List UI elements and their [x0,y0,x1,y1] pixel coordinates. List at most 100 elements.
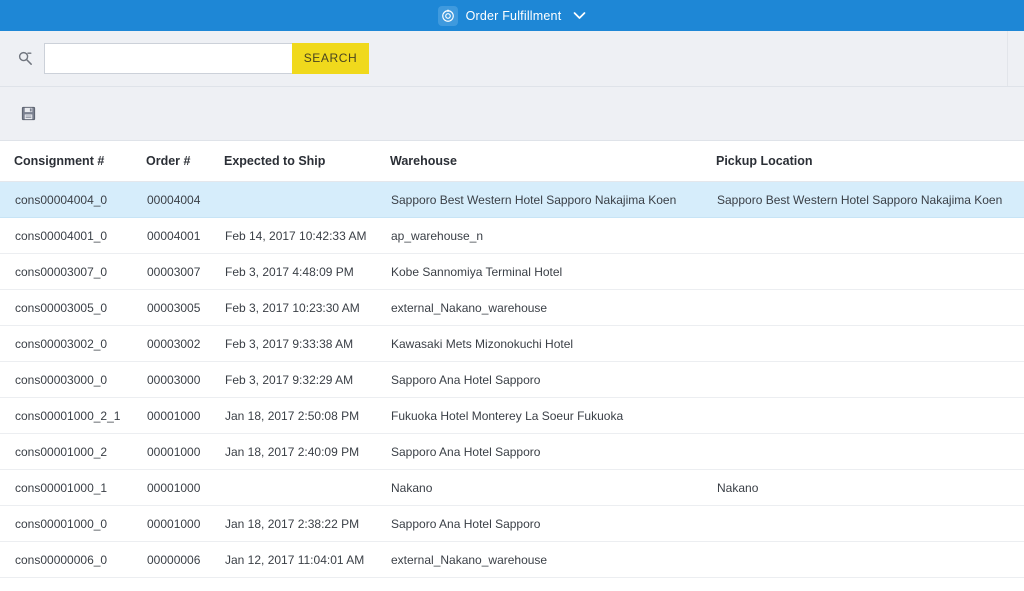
cell-warehouse-text: external_Nakano_warehouse [391,300,548,315]
table-row[interactable]: cons00000003_000000003Jan 12, 2017 10:18… [0,577,1024,591]
column-header-order[interactable]: Order # [132,141,210,182]
table-row[interactable]: cons00001000_1 00001000 Nakano Nakano [0,469,1024,506]
cell-warehouse-text: Kobe Sannomiya Terminal Hotel [391,264,563,279]
consignment-table: Consignment # Order # Expected to Ship W… [0,141,1024,591]
cell-order-text: 00000006 [147,552,201,567]
table-row[interactable]: cons00001000_0 00001000 Jan 18, 2017 2:38:… [0,505,1024,542]
cell-warehouse-text: Sapporo Best Western Hotel Sapporo Nakaj… [391,192,677,207]
table-row[interactable]: cons00001000_2 00001000 Jan 18, 2017 2:40:… [0,433,1024,470]
cell-consignment-text: cons00001000_1 [15,480,108,495]
app-title-menu[interactable]: Order Fulfillment [437,5,587,26]
column-header-expected[interactable]: Expected to Ship [210,141,376,182]
order-fulfillment-app: Order Fulfillment SEARCH Consignment # O… [0,0,1024,591]
cell-order-text: 00001000 [147,408,201,423]
column-header-consignment-label: Consignment # [14,154,105,168]
table-row[interactable]: cons00003002_0 00003002 Feb 3, 2017 9:33:3… [0,325,1024,362]
cell-expected [210,181,376,218]
cell-consignment-text: cons00004001_0 [15,228,108,243]
cell-expected: Feb 3, 2017 4:48:09 PM [210,253,376,290]
column-header-expected-label: Expected to Ship [224,154,326,168]
cell-expected [210,469,376,506]
cell-expected-text: Feb 3, 2017 9:32:29 AM [225,372,354,387]
cell-pickup: Sapporo Best Western Hotel Sapporo Nakaj… [702,181,1024,218]
cell-warehouse-text: Sapporo Ana Hotel Sapporo [391,516,541,531]
cell-consignment: cons00000006_0 [0,541,132,578]
cell-warehouse: Fukuoka Hotel Monterey La Soeur Fukuoka [376,397,702,434]
cell-pickup [702,541,1024,578]
cell-pickup-text: Sapporo Best Western Hotel Sapporo Nakaj… [717,192,1003,207]
cell-pickup [702,505,1024,542]
cell-warehouse: Sapporo Ana Hotel Sapporo [376,361,702,398]
cell-order: 00001000 [132,505,210,542]
cell-order: 00001000 [132,433,210,470]
cell-consignment: cons00001000_1 [0,469,132,506]
table-body: cons00004004_0 00004004 Sapporo Best Weste… [0,181,1024,591]
cell-warehouse: Nakano [376,469,702,506]
save-document-icon[interactable] [16,102,40,126]
search-magnifier-icon[interactable] [10,50,40,67]
title-bar: Order Fulfillment [0,0,1024,31]
column-header-warehouse[interactable]: Warehouse [376,141,702,182]
cell-consignment: cons00003002_0 [0,325,132,362]
column-header-pickup-label: Pickup Location [716,154,813,168]
table-row[interactable]: cons00004001_0 00004001 Feb 14, 2017 10:42… [0,217,1024,254]
cell-expected: Feb 3, 2017 10:23:30 AM [210,289,376,326]
cell-warehouse-text: Sapporo Ana Hotel Sapporo [391,444,541,459]
cell-order-text: 00003005 [147,300,201,315]
cell-order: 00003000 [132,361,210,398]
cell-warehouse: external_Nakano_warehouse [376,289,702,326]
cell-consignment: cons00000003_0 [0,577,132,591]
chevron-down-icon[interactable] [573,11,586,20]
cell-order-text: 00001000 [147,516,201,531]
cell-pickup [702,217,1024,254]
cell-order-text: 00001000 [147,480,201,495]
table-row[interactable]: cons00000006_0 00000006 Jan 12, 2017 11:04… [0,541,1024,578]
cell-expected-text: Jan 18, 2017 2:40:09 PM [225,444,360,459]
cell-expected: Jan 12, 2017 10:18:25 AM [210,577,376,591]
search-button[interactable]: SEARCH [292,43,369,74]
table-row[interactable]: cons00003007_0 00003007 Feb 3, 2017 4:48:0… [0,253,1024,290]
consignment-table-container[interactable]: Consignment # Order # Expected to Ship W… [0,141,1024,591]
cell-warehouse: Kawasaki Mets Mizonokuchi Hotel [376,325,702,362]
cell-order: 00003002 [132,325,210,362]
cell-warehouse-text: Fukuoka Hotel Monterey La Soeur Fukuoka [391,408,624,423]
table-row[interactable]: cons00004004_0 00004004 Sapporo Best Weste… [0,181,1024,218]
cell-consignment-text: cons00003005_0 [15,300,108,315]
cell-order-text: 00004001 [147,228,201,243]
cell-pickup-text: Nakano [717,480,759,495]
cell-consignment: cons00004001_0 [0,217,132,254]
cell-consignment-text: cons00004004_0 [15,192,108,207]
cell-order-text: 00004004 [147,192,201,207]
cell-consignment: cons00003007_0 [0,253,132,290]
cell-warehouse: external_Nakano_warehouse [376,541,702,578]
cell-expected: Feb 3, 2017 9:32:29 AM [210,361,376,398]
table-header-row: Consignment # Order # Expected to Ship W… [0,141,1024,182]
search-input[interactable] [44,43,292,74]
cell-order: 00003005 [132,289,210,326]
cell-expected: Jan 12, 2017 11:04:01 AM [210,541,376,578]
cell-order-text: 00003000 [147,372,201,387]
cell-pickup [702,325,1024,362]
cell-warehouse: Sapporo Best Western Hotel Sapporo Nakaj… [376,181,702,218]
cell-warehouse: Sapporo Ana Hotel Sapporo [376,433,702,470]
cell-consignment-text: cons00001000_0 [15,516,108,531]
cell-expected: Feb 3, 2017 9:33:38 AM [210,325,376,362]
cell-pickup [702,397,1024,434]
action-toolbar [0,87,1024,141]
column-header-consignment[interactable]: Consignment # [0,141,132,182]
cell-order-text: 00003002 [147,336,201,351]
cell-warehouse: Sapporo Ana Hotel Sapporo [376,505,702,542]
cell-order: 00004004 [132,181,210,218]
target-circle-icon [437,5,458,26]
cell-pickup [702,289,1024,326]
search-field-group: SEARCH [44,43,369,74]
table-row[interactable]: cons00003000_0 00003000 Feb 3, 2017 9:32:2… [0,361,1024,398]
column-header-pickup[interactable]: Pickup Location [702,141,1024,182]
cell-consignment-text: cons00001000_2_1 [15,408,121,423]
table-row[interactable]: cons00003005_0 00003005 Feb 3, 2017 10:23:… [0,289,1024,326]
cell-expected-text: Feb 3, 2017 10:23:30 AM [225,300,360,315]
table-row[interactable]: cons00001000_2_1 00001000 Jan 18, 2017 2:5… [0,397,1024,434]
cell-consignment-text: cons00000006_0 [15,552,108,567]
cell-consignment: cons00003005_0 [0,289,132,326]
cell-consignment-text: cons00003002_0 [15,336,108,351]
